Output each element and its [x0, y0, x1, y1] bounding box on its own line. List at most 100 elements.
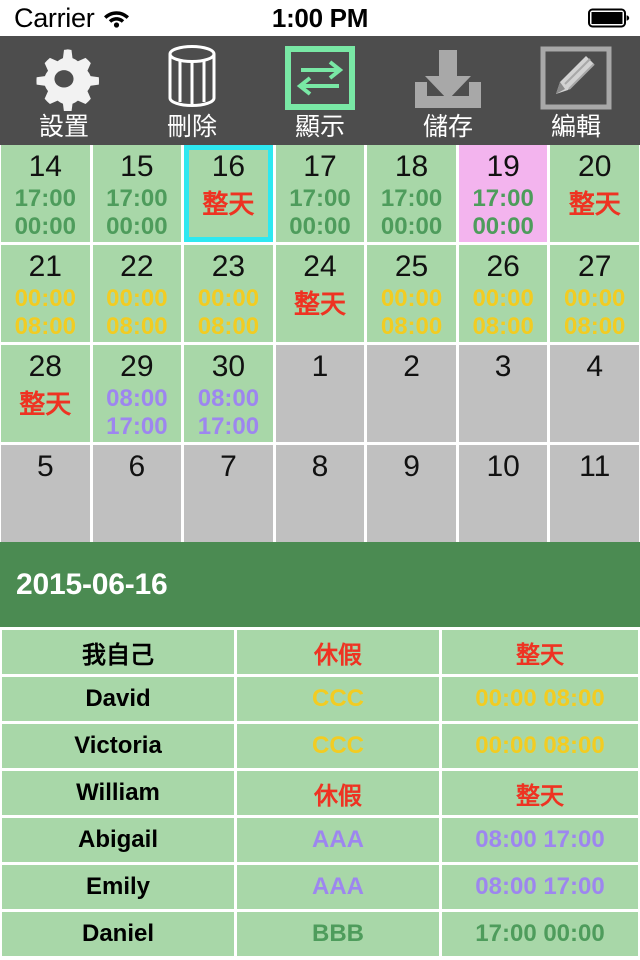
toolbar: 設置 刪除 顯示 儲存 編輯: [0, 36, 640, 145]
calendar-day-number: 22: [120, 250, 154, 283]
toolbar-button-edit[interactable]: 編輯: [512, 36, 640, 145]
person-time-cell: 00:00 08:00: [442, 724, 638, 768]
calendar-day-number: 18: [394, 150, 429, 183]
calendar-day-start-time: 17:00: [289, 185, 351, 212]
toolbar-button-settings[interactable]: 設置: [0, 36, 128, 145]
calendar-day-cell[interactable]: 15 17:00 00:00: [92, 145, 182, 242]
table-row[interactable]: Abigail AAA 08:00 17:00: [0, 818, 640, 862]
calendar-day-number: 19: [486, 150, 520, 183]
calendar-day-number: 21: [28, 250, 62, 283]
calendar-day-end-time: 00:00: [14, 213, 76, 240]
calendar-day-cell[interactable]: 16 整天: [184, 145, 273, 242]
download-icon: [384, 42, 512, 114]
selected-date-header: 2015-06-16: [0, 542, 640, 627]
toolbar-button-delete[interactable]: 刪除: [128, 36, 256, 145]
toolbar-label-delete: 刪除: [166, 113, 217, 141]
calendar-day-cell[interactable]: 4: [550, 345, 639, 442]
calendar-day-cell[interactable]: 11: [550, 445, 639, 542]
calendar-day-cell[interactable]: 8: [275, 445, 365, 542]
calendar-day-cell[interactable]: 27 00:00 08:00: [550, 245, 639, 342]
toolbar-label-save: 儲存: [422, 113, 473, 141]
person-name-cell: William: [2, 771, 234, 815]
calendar-day-number: 2: [403, 350, 420, 383]
selected-date-text: 2015-06-16: [16, 567, 168, 601]
person-name-cell: Daniel: [2, 912, 234, 956]
calendar-day-cell[interactable]: 1: [275, 345, 365, 442]
toolbar-label-display: 顯示: [294, 113, 345, 141]
calendar-day-number: 20: [578, 150, 612, 183]
table-row[interactable]: 我自己 休假 整天: [0, 630, 640, 674]
calendar-day-start-time: 08:00: [106, 385, 168, 412]
calendar-day-start-time: 17:00: [14, 185, 76, 212]
calendar-day-allday-label: 整天: [293, 289, 346, 319]
calendar-day-cell[interactable]: 23 00:00 08:00: [184, 245, 273, 342]
person-time-cell: 整天: [442, 630, 638, 674]
calendar-day-number: 23: [211, 250, 246, 283]
person-note-cell: CCC: [237, 724, 439, 768]
calendar-grid: 14 17:00 00:00 15 17:00 00:00 16 整天 17 17:00 00:00…: [0, 145, 640, 542]
table-row[interactable]: Emily AAA 08:00 17:00: [0, 865, 640, 909]
calendar-day-cell[interactable]: 7: [184, 445, 273, 542]
calendar-day-cell[interactable]: 21 00:00 08:00: [1, 245, 90, 342]
calendar-day-cell[interactable]: 30 08:00 17:00: [184, 345, 273, 442]
table-row[interactable]: Victoria CCC 00:00 08:00: [0, 724, 640, 768]
calendar-day-cell[interactable]: 26 00:00 08:00: [458, 245, 548, 342]
calendar-day-cell[interactable]: 6: [92, 445, 182, 542]
toolbar-button-display[interactable]: 顯示: [256, 36, 384, 145]
table-row[interactable]: William 休假 整天: [0, 771, 640, 815]
calendar-day-cell[interactable]: 24 整天: [275, 245, 365, 342]
person-time-cell: 整天: [442, 771, 638, 815]
status-bar-right: [588, 8, 630, 28]
calendar-day-cell[interactable]: 17 17:00 00:00: [275, 145, 365, 242]
calendar-day-cell[interactable]: 14 17:00 00:00: [1, 145, 90, 242]
calendar-day-number: 29: [120, 350, 154, 383]
people-schedule-table: 我自己 休假 整天 David CCC 00:00 08:00 Victoria CCC 00:…: [0, 627, 640, 956]
person-note-cell: 休假: [237, 630, 439, 674]
person-note-cell: 休假: [237, 771, 439, 815]
calendar-day-number: 9: [403, 450, 420, 483]
calendar-day-cell[interactable]: 19 17:00 00:00: [458, 145, 548, 242]
calendar-day-cell[interactable]: 5: [1, 445, 90, 542]
calendar-day-start-time: 08:00: [197, 385, 260, 412]
calendar-day-number: 27: [578, 250, 612, 283]
calendar-day-start-time: 00:00: [380, 285, 443, 312]
calendar-day-end-time: 17:00: [106, 413, 168, 440]
calendar-day-number: 3: [494, 350, 512, 383]
calendar-day-number: 1: [311, 350, 329, 383]
calendar-day-allday-label: 整天: [202, 189, 255, 219]
calendar-day-end-time: 00:00: [380, 213, 443, 240]
calendar-day-cell[interactable]: 20 整天: [550, 145, 639, 242]
person-name-cell: Emily: [2, 865, 234, 909]
person-time-cell: 08:00 17:00: [442, 865, 638, 909]
calendar-day-cell[interactable]: 3: [458, 345, 548, 442]
calendar-day-number: 15: [120, 150, 154, 183]
table-row[interactable]: David CCC 00:00 08:00: [0, 677, 640, 721]
person-note-cell: CCC: [237, 677, 439, 721]
calendar-day-cell[interactable]: 9: [367, 445, 456, 542]
calendar-day-cell[interactable]: 2: [367, 345, 456, 442]
swap-arrows-icon: [256, 42, 384, 114]
calendar-day-number: 11: [579, 450, 611, 483]
calendar-day-cell[interactable]: 10: [458, 445, 548, 542]
calendar-day-cell[interactable]: 25 00:00 08:00: [367, 245, 456, 342]
calendar-day-allday-label: 整天: [568, 189, 621, 219]
calendar-day-number: 14: [28, 150, 62, 183]
calendar-day-start-time: 00:00: [564, 285, 626, 312]
calendar-day-number: 8: [311, 450, 329, 483]
calendar-day-end-time: 08:00: [106, 313, 168, 340]
calendar-day-cell[interactable]: 29 08:00 17:00: [92, 345, 182, 442]
calendar-day-end-time: 00:00: [289, 213, 351, 240]
calendar-day-end-time: 00:00: [106, 213, 168, 240]
status-bar: Carrier 1:00 PM: [0, 0, 640, 36]
calendar-day-cell[interactable]: 18 17:00 00:00: [367, 145, 456, 242]
person-note-cell: BBB: [237, 912, 439, 956]
table-row[interactable]: Daniel BBB 17:00 00:00: [0, 912, 640, 956]
calendar-day-start-time: 00:00: [472, 285, 534, 312]
toolbar-label-settings: 設置: [38, 113, 89, 141]
calendar-day-cell[interactable]: 28 整天: [1, 345, 90, 442]
person-time-cell: 08:00 17:00: [442, 818, 638, 862]
toolbar-button-save[interactable]: 儲存: [384, 36, 512, 145]
calendar-day-cell[interactable]: 22 00:00 08:00: [92, 245, 182, 342]
person-name-cell: David: [2, 677, 234, 721]
calendar-day-end-time: 00:00: [472, 213, 534, 240]
